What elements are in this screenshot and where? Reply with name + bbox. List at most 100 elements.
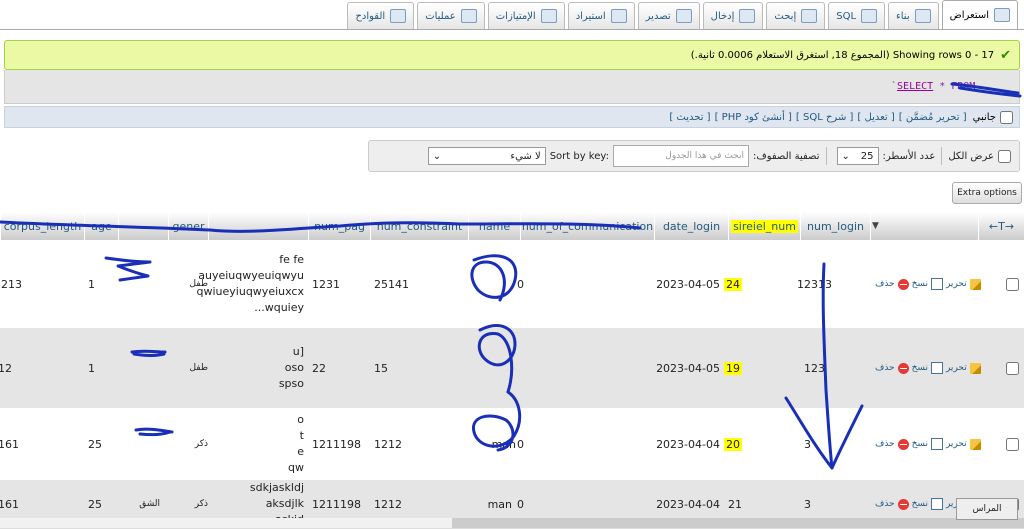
console-tab[interactable]: المراس (956, 498, 1018, 520)
tab-triggers[interactable]: القوادح (347, 2, 415, 29)
copy-icon (930, 362, 943, 374)
column-num-login[interactable]: num_login (800, 212, 870, 240)
link-create-php[interactable]: [ أنشئ كود PHP ] (715, 112, 792, 123)
extra-options-button[interactable]: Extra options (952, 182, 1022, 204)
sort-triangle-icon[interactable]: ▼ (870, 212, 880, 240)
link-explain-sql[interactable]: [ شرح SQL ] (796, 112, 854, 123)
tab-insert[interactable]: إدخال (702, 2, 764, 29)
triggers-icon (390, 9, 407, 23)
check-icon: ✔ (1000, 47, 1011, 63)
chevron-down-icon: ⌄ (432, 150, 442, 162)
cell-num-login: 3 (804, 437, 811, 451)
rows-label: عدد الأسطر: (882, 150, 936, 162)
tab-export[interactable]: تصدير (637, 2, 700, 29)
delete-link[interactable]: حذف (875, 499, 895, 509)
edit-link[interactable]: تحرير (946, 439, 967, 449)
column-nav-arrows[interactable]: ←T→ (978, 212, 1024, 240)
cell-num-pag: 22 (312, 361, 326, 375)
status-text: Showing rows 0 - 17 (المجموع 18, استغرق … (690, 49, 995, 61)
copy-icon (930, 278, 943, 290)
sql-select-keyword[interactable]: SELECT (897, 81, 933, 92)
row-checkbox[interactable] (1002, 328, 1022, 408)
show-all-label: عرض الكل (948, 150, 994, 162)
table-navigation: عرض الكل عدد الأسطر: 25 ⌄ تصفية الصفوف: ا… (368, 140, 1020, 172)
profiling-checkbox[interactable] (1000, 110, 1013, 124)
copy-link[interactable]: نسخ (912, 363, 928, 373)
browse-icon (994, 8, 1010, 22)
cell-num-constraint: 1212 (374, 437, 402, 451)
delete-link[interactable]: حذف (875, 439, 895, 449)
edit-link[interactable]: تحرير (946, 363, 967, 373)
column-text[interactable] (208, 212, 308, 240)
cell-gener: طفل (189, 279, 208, 289)
filter-input[interactable]: ابحث في هذا الجدول (612, 145, 749, 167)
tab-operations[interactable]: عمليات (417, 2, 485, 29)
copy-link[interactable]: نسخ (912, 499, 928, 509)
sort-select[interactable]: لا شيء ⌄ (427, 147, 546, 165)
table-row: تحرير نسخ حذف 123 19 2023-04-05 15 22 u]… (0, 328, 1024, 409)
tab-structure[interactable]: بناء (888, 2, 939, 29)
cell-corpus-length: 161 (0, 437, 19, 451)
column-cause[interactable] (118, 212, 168, 240)
edit-link[interactable]: تحرير (946, 279, 967, 289)
cell-age: 1 (88, 277, 95, 291)
cell-gener: طفل (189, 363, 208, 373)
tab-sql[interactable]: SQL (828, 2, 886, 29)
column-num-of-communication[interactable]: num_of_communication (520, 212, 654, 240)
cell-age: 1 (88, 361, 95, 375)
sql-from-keyword: FROM (951, 81, 976, 92)
row-actions: تحرير نسخ حذف (872, 240, 981, 328)
column-date-login[interactable]: date_login (654, 212, 728, 240)
row-actions: تحرير نسخ حذف (872, 408, 981, 480)
table-row: تحرير نسخ حذف 12313 24 2023-04-05 0 2514… (0, 240, 1024, 329)
column-name[interactable]: name (468, 212, 520, 240)
delete-icon (897, 498, 909, 510)
delete-link[interactable]: حذف (875, 279, 895, 289)
show-all-checkbox[interactable] (998, 149, 1011, 163)
link-inline-edit[interactable]: [ تحرير مُضمَّن ] (899, 112, 967, 123)
rows-select[interactable]: 25 ⌄ (836, 147, 879, 165)
structure-icon (914, 9, 931, 23)
copy-icon (930, 438, 943, 450)
column-num-constraint[interactable]: num_constraint (370, 212, 468, 240)
tab-browse[interactable]: استعراض (941, 0, 1018, 29)
privileges-icon (540, 9, 557, 23)
cell-date-login: 2023-04-05 (656, 277, 720, 291)
copy-link[interactable]: نسخ (912, 439, 928, 449)
cell-gener: ذكر (194, 439, 208, 449)
chevron-down-icon: ⌄ (841, 150, 850, 162)
cell-num-constraint: 25141 (374, 277, 409, 291)
cell-corpus-length: 3213 (0, 277, 22, 291)
copy-link[interactable]: نسخ (912, 279, 928, 289)
horizontal-scrollbar-thumb[interactable] (452, 518, 1024, 528)
sql-query-text: `SELECT * FROM (891, 81, 976, 92)
tab-privileges[interactable]: الإمتيازات (487, 2, 565, 29)
pencil-icon (969, 362, 981, 374)
column-num-pag[interactable]: num_pag (308, 212, 370, 240)
divider (941, 147, 943, 165)
export-icon (675, 9, 692, 23)
column-corpus-length[interactable]: corpus_length (0, 212, 84, 240)
tab-search[interactable]: إبحث (766, 2, 826, 29)
cell-num-pag: 1211198 (312, 437, 361, 451)
row-checkbox[interactable] (1002, 240, 1022, 328)
import-icon (610, 9, 627, 23)
column-age[interactable]: age (84, 212, 118, 240)
tab-import[interactable]: استيراد (567, 2, 635, 29)
delete-link[interactable]: حذف (875, 363, 895, 373)
link-refresh[interactable]: [ تحديث ] (669, 112, 710, 123)
sql-query-box: `SELECT * FROM (4, 70, 1020, 104)
delete-icon (897, 362, 909, 374)
cell-date-login: 2023-04-05 (656, 361, 720, 375)
column-gener[interactable]: gener (168, 212, 208, 240)
row-checkbox[interactable] (1002, 408, 1022, 480)
column-sireiel-num[interactable]: sireiel_num (728, 212, 800, 240)
link-edit[interactable]: [ تعديل ] (857, 112, 894, 123)
delete-icon (897, 278, 909, 290)
sort-label: Sort by key: (549, 150, 609, 162)
search-icon (801, 9, 818, 23)
row-actions: تحرير نسخ حذف (872, 328, 981, 408)
table-row: تحرير نسخ حذف 3 20 2023-04-04 0 man 1212… (0, 408, 1024, 481)
cell-num-login: 123 (804, 361, 825, 375)
pencil-icon (969, 278, 981, 290)
